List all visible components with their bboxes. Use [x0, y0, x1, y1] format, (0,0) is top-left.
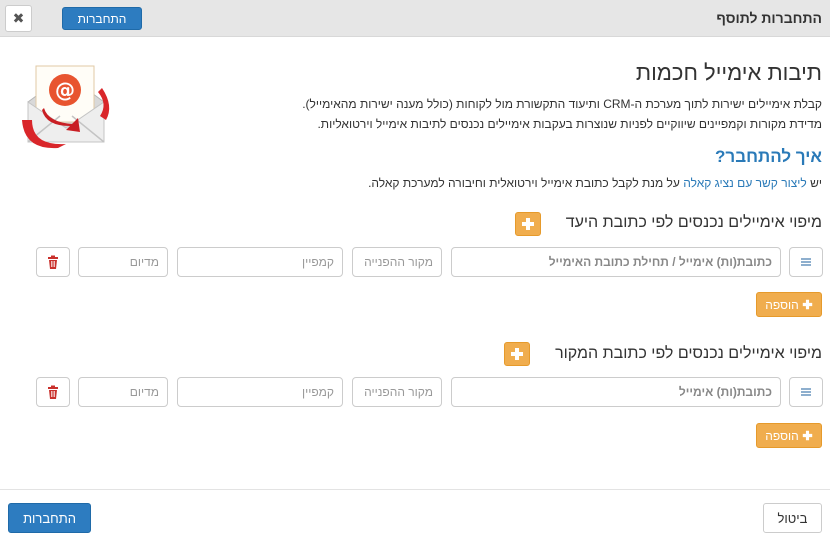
- close-button[interactable]: ✖: [5, 5, 32, 32]
- email-envelope-icon: @: [18, 58, 114, 154]
- dest-mapping-title: מיפוי אימיילים נכנסים לפי כתובת היעד: [565, 214, 822, 231]
- contact-agent-link[interactable]: ליצור קשר עם נציג קאלה: [683, 176, 807, 190]
- modal-footer: התחברות ביטול: [0, 489, 830, 540]
- source-medium-input[interactable]: [78, 377, 168, 407]
- description-line-1: קבלת אימיילים ישירות לתוך מערכת ה-CRM ות…: [302, 97, 822, 111]
- source-campaign-input[interactable]: [177, 377, 343, 407]
- list-icon: [801, 388, 811, 396]
- source-add-label: הוספה: [765, 428, 799, 443]
- source-email-input[interactable]: [451, 377, 781, 407]
- list-icon: [801, 258, 811, 266]
- footer-connect-button[interactable]: התחברות: [8, 503, 91, 533]
- dest-source-input[interactable]: [352, 247, 442, 277]
- plus-icon: [802, 299, 812, 310]
- source-drag-handle[interactable]: [789, 377, 823, 407]
- svg-text:@: @: [55, 78, 75, 102]
- description-line-2: מדידת מקורות וקמפיינים שיווקיים לפניות ש…: [317, 117, 822, 131]
- source-source-input[interactable]: [352, 377, 442, 407]
- trash-icon: [48, 385, 58, 399]
- modal-title: התחברות לתוסף: [716, 10, 822, 26]
- source-mapping-title: מיפוי אימיילים נכנסים לפי כתובת המקור: [555, 345, 822, 362]
- dest-campaign-input[interactable]: [177, 247, 343, 277]
- howto-suffix: על מנת לקבל כתובת אימייל וירטואלית וחיבו…: [368, 176, 680, 190]
- plus-icon: [522, 218, 534, 230]
- trash-icon: [48, 255, 58, 269]
- howto-text: יש ליצור קשר עם נציג קאלה על מנת לקבל כת…: [368, 176, 822, 190]
- plus-icon: [511, 348, 523, 360]
- dest-add-button[interactable]: הוספה: [756, 292, 822, 317]
- dest-medium-input[interactable]: [78, 247, 168, 277]
- header-connect-button[interactable]: התחברות: [62, 7, 142, 30]
- source-delete-button[interactable]: [36, 377, 70, 407]
- dest-drag-handle[interactable]: [789, 247, 823, 277]
- dest-mapping-plus-button[interactable]: [515, 212, 541, 236]
- modal-header: ✖ התחברות התחברות לתוסף: [0, 0, 830, 37]
- howto-prefix: יש: [810, 176, 822, 190]
- close-icon: ✖: [12, 10, 25, 26]
- source-add-button[interactable]: הוספה: [756, 423, 822, 448]
- page-title: תיבות אימייל חכמות: [635, 60, 822, 85]
- dest-add-label: הוספה: [765, 297, 799, 312]
- howto-title: איך להתחבר?: [715, 147, 822, 166]
- plus-icon: [802, 430, 812, 441]
- source-mapping-plus-button[interactable]: [504, 342, 530, 366]
- cancel-button[interactable]: ביטול: [763, 503, 822, 533]
- dest-delete-button[interactable]: [36, 247, 70, 277]
- dest-email-input[interactable]: [451, 247, 781, 277]
